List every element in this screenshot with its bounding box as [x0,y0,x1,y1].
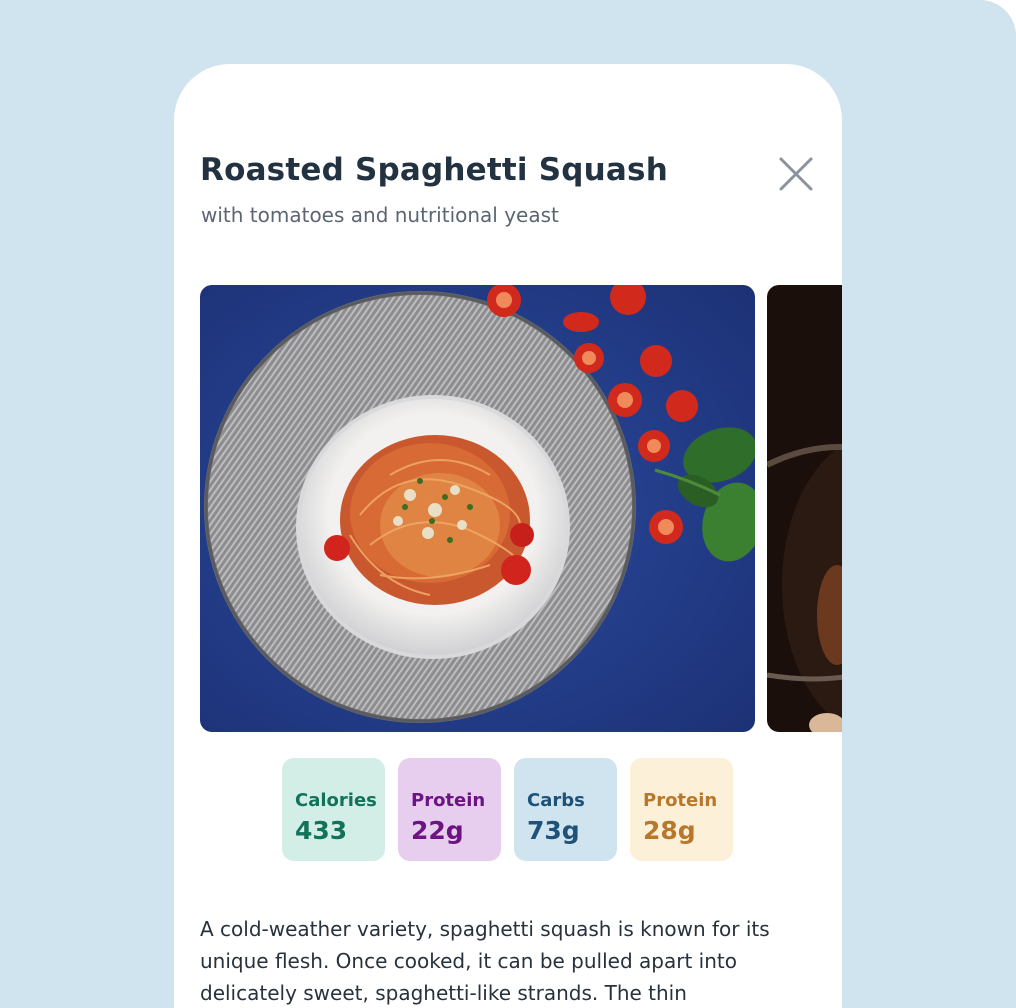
recipe-subtitle: with tomatoes and nutritional yeast [201,203,559,227]
nutrition-value: 433 [295,816,348,845]
nutrition-label: Protein [411,790,486,811]
recipe-photo[interactable] [200,285,755,732]
nutrition-value: 28g [643,816,696,845]
nutrition-value: 22g [411,816,464,845]
recipe-description: A cold-weather variety, spaghetti squash… [200,917,770,1005]
photo-carousel[interactable] [200,285,842,732]
recipe-card: Roasted Spaghetti Squash with tomatoes a… [174,64,842,1008]
nutrition-label: Carbs [527,790,585,811]
nutrition-tile-carbs: Carbs 73g [514,758,617,861]
close-icon [779,157,813,191]
nutrition-tile-protein: Protein 22g [398,758,501,861]
close-button[interactable] [772,150,820,198]
nutrition-tile-calories: Calories 433 [282,758,385,861]
nutrition-label: Protein [643,790,718,811]
nutrition-label: Calories [295,790,377,811]
nutrition-facts: Calories 433 Protein 22g Carbs 73g Prote… [282,758,733,861]
nutrition-tile-protein-alt: Protein 28g [630,758,733,861]
recipe-title: Roasted Spaghetti Squash [200,152,668,188]
app-background: Roasted Spaghetti Squash with tomatoes a… [0,0,1016,1008]
recipe-photo-next[interactable] [767,285,842,732]
nutrition-value: 73g [527,816,580,845]
